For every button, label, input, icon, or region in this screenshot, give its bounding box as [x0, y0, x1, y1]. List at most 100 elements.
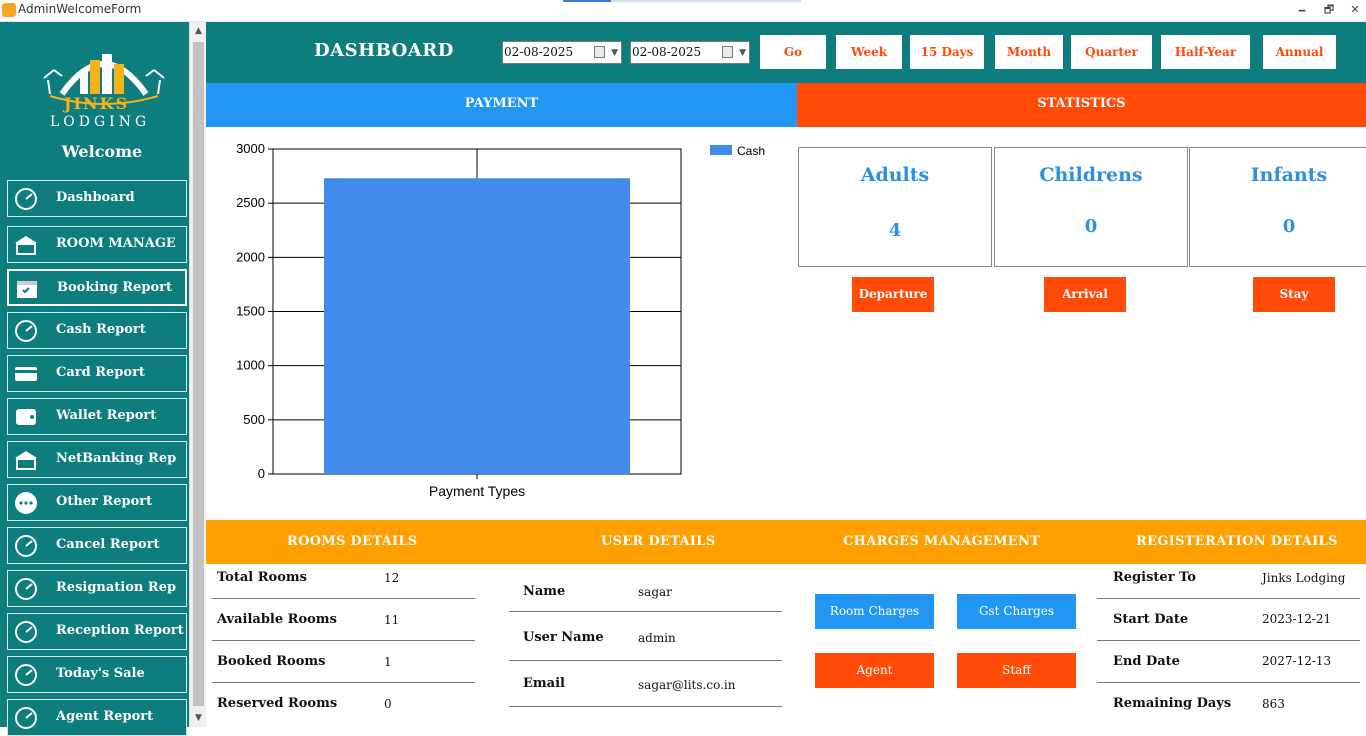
departure-button[interactable]: Departure: [852, 277, 934, 312]
registration-details-title: REGISTERATION DETAILS: [1136, 534, 1338, 549]
scroll-down-icon[interactable]: ▼: [190, 709, 207, 727]
minimize-button[interactable]: 🗕: [1291, 1, 1313, 19]
app-icon: [2, 3, 16, 17]
rooms-details-title: ROOMS DETAILS: [287, 534, 418, 549]
charges-management-title: CHARGES MANAGEMENT: [843, 534, 1041, 549]
scroll-thumb[interactable]: [193, 42, 204, 706]
brand-name: JINKS: [64, 94, 130, 113]
page-title: DASHBOARD: [314, 40, 454, 61]
name-label: Name: [523, 584, 566, 599]
tab-payment[interactable]: PAYMENT: [206, 83, 797, 127]
remaining-days-label: Remaining Days: [1113, 696, 1232, 711]
infants-card: Infants 0: [1189, 147, 1366, 267]
divider: [1097, 598, 1360, 599]
sidebar-item-other-report[interactable]: Other Report: [7, 484, 187, 521]
y-tick-label: 1500: [236, 304, 265, 319]
sidebar-item-dashboard[interactable]: Dashboard: [7, 180, 187, 217]
sidebar-item-label: Cancel Report: [56, 537, 160, 552]
brand-subtitle: LODGING: [50, 114, 151, 130]
booked-rooms-value: 1: [384, 655, 392, 669]
speedometer-icon: [15, 188, 37, 210]
chevron-down-icon[interactable]: ▼: [739, 43, 746, 64]
y-tick-label: 3000: [236, 141, 265, 156]
cash-icon: [15, 320, 37, 342]
gst-charges-button[interactable]: Gst Charges: [957, 594, 1076, 629]
y-tick-label: 1000: [236, 358, 265, 373]
brand-logo: JINKS LODGING: [38, 34, 170, 144]
start-date-label: Start Date: [1113, 612, 1189, 627]
divider: [212, 682, 475, 683]
infants-label: Infants: [1250, 164, 1328, 186]
window-titlebar: AdminWelcomeForm 🗕 🗗 ✕: [0, 0, 1366, 22]
username-value: admin: [638, 631, 676, 645]
half-year-button[interactable]: Half-Year: [1161, 35, 1250, 69]
y-tick-label: 0: [258, 466, 265, 481]
scroll-up-icon[interactable]: ▲: [190, 22, 207, 40]
close-button[interactable]: ✕: [1344, 1, 1366, 19]
dashboard-header: DASHBOARD 02-08-2025 ▼ 02-08-2025 ▼ Go W…: [206, 22, 1366, 83]
sidebar-item-netbanking-rep[interactable]: NetBanking Rep: [7, 441, 187, 478]
username-label: User Name: [523, 630, 604, 645]
sidebar-item-reception-report[interactable]: Reception Report: [7, 613, 187, 650]
sidebar: JINKS LODGING Welcome Dashboard ROOM MANA…: [0, 22, 189, 736]
sidebar-item-cash-report[interactable]: Cash Report: [7, 312, 187, 349]
divider: [509, 660, 782, 661]
sidebar-item-label: Reception Report: [56, 623, 184, 638]
legend-label: Cash: [737, 144, 765, 158]
date-to-picker[interactable]: 02-08-2025 ▼: [630, 41, 750, 64]
legend-swatch: [710, 145, 732, 155]
remaining-days-value: 863: [1262, 697, 1285, 711]
date-from-picker[interactable]: 02-08-2025 ▼: [502, 41, 622, 64]
reserved-rooms-value: 0: [384, 697, 392, 711]
register-to-label: Register To: [1113, 570, 1196, 585]
calendar-check-icon: [17, 281, 37, 298]
sidebar-item-label: Other Report: [56, 494, 153, 509]
sidebar-item-wallet-report[interactable]: Wallet Report: [7, 398, 187, 435]
y-tick-label: 2000: [236, 249, 265, 264]
maximize-button[interactable]: 🗗: [1318, 1, 1340, 19]
sidebar-item-label: Agent Report: [56, 709, 154, 724]
total-rooms-label: Total Rooms: [217, 570, 307, 585]
chevron-down-icon[interactable]: ▼: [611, 43, 618, 64]
end-date-value: 2027-12-13: [1262, 654, 1332, 668]
sidebar-item-label: Card Report: [56, 365, 145, 380]
adults-value: 4: [888, 220, 902, 241]
childrens-value: 0: [1084, 216, 1098, 237]
sidebar-item-card-report[interactable]: Card Report: [7, 355, 187, 392]
bank-icon: [15, 451, 37, 470]
wallet-icon: [16, 409, 36, 425]
x-axis-label: Payment Types: [429, 483, 525, 499]
reception-icon: [15, 621, 37, 643]
room-charges-button[interactable]: Room Charges: [815, 594, 934, 629]
sidebar-item-room-manage[interactable]: ROOM MANAGE: [7, 226, 187, 263]
sidebar-item-booking-report[interactable]: Booking Report: [7, 269, 187, 306]
sidebar-item-today-s-sale[interactable]: Today's Sale: [7, 656, 187, 693]
15-days-button[interactable]: 15 Days: [910, 35, 984, 69]
agent-button[interactable]: Agent: [815, 653, 934, 688]
more-icon: [15, 492, 37, 514]
calendar-icon: [594, 46, 605, 58]
details-header-bar: ROOMS DETAILS USER DETAILS CHARGES MANAG…: [206, 520, 1366, 564]
go-button[interactable]: Go: [760, 35, 826, 69]
week-button[interactable]: Week: [836, 35, 902, 69]
payment-chart: 0 500 1000 1500 2000 2500 3000 Payment Types Cas…: [206, 127, 797, 520]
staff-button[interactable]: Staff: [957, 653, 1076, 688]
sidebar-item-agent-report[interactable]: Agent Report: [7, 699, 187, 736]
sidebar-item-label: Today's Sale: [56, 666, 145, 681]
email-value: sagar@lits.co.in: [638, 678, 736, 692]
divider: [1097, 682, 1360, 683]
arrival-button[interactable]: Arrival: [1044, 277, 1126, 312]
quarter-button[interactable]: Quarter: [1071, 35, 1152, 69]
tab-statistics[interactable]: STATISTICS: [797, 83, 1366, 127]
divider: [509, 611, 782, 612]
sidebar-item-cancel-report[interactable]: Cancel Report: [7, 527, 187, 564]
annual-button[interactable]: Annual: [1263, 35, 1336, 69]
month-button[interactable]: Month: [995, 35, 1063, 69]
sidebar-scrollbar[interactable]: ▲ ▼: [189, 22, 206, 727]
calendar-icon: [722, 46, 733, 58]
sidebar-item-resignation-rep[interactable]: Resignation Rep: [7, 570, 187, 607]
window-title: AdminWelcomeForm: [18, 2, 142, 16]
stay-button[interactable]: Stay: [1253, 277, 1335, 312]
date-to-value: 02-08-2025: [632, 45, 702, 59]
agent-icon: [15, 707, 37, 729]
